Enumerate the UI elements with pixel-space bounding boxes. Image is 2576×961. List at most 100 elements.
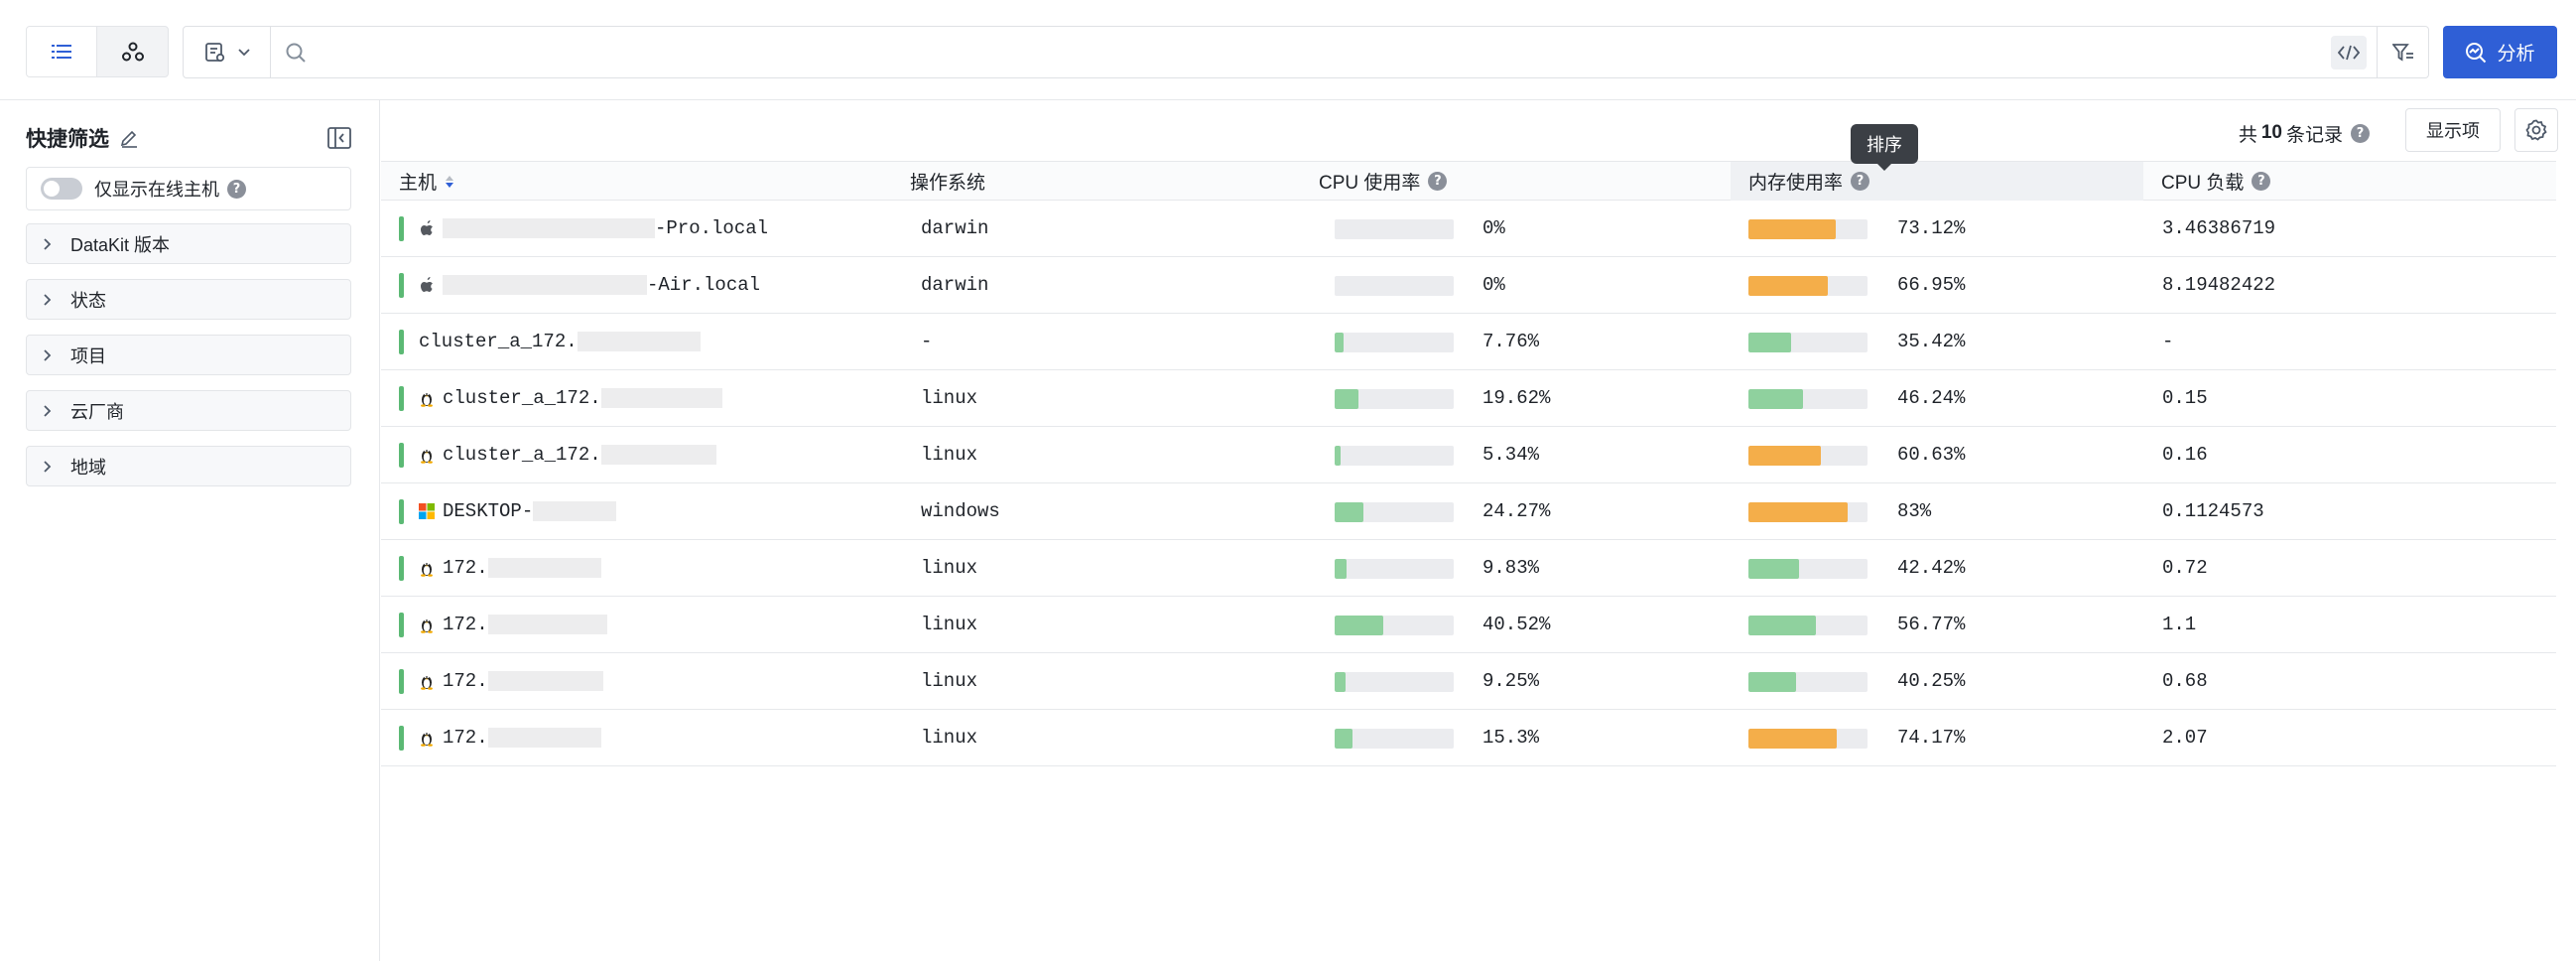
table-row[interactable]: -Air.local darwin 0% 66.95% 8.19482422 (381, 257, 2556, 314)
filter-icon (2391, 43, 2413, 62)
linux-icon (419, 446, 435, 464)
column-label: CPU 负载 (2161, 173, 2245, 194)
help-icon[interactable]: ? (1851, 172, 1870, 191)
apple-icon (419, 276, 435, 294)
column-header-mem-usage[interactable]: 内存使用率 ? (1731, 162, 2143, 201)
sort-icon[interactable] (445, 175, 454, 189)
os-cell: linux (921, 670, 978, 692)
online-only-label: 仅显示在线主机 (94, 180, 219, 200)
redacted-host-segment (600, 388, 722, 408)
help-icon[interactable]: ? (227, 179, 246, 199)
host-cell[interactable]: 172. (419, 710, 601, 765)
facet-region[interactable]: 地域 (26, 446, 351, 486)
cpu-usage-value: 0% (1482, 274, 1505, 296)
chevron-right-icon (43, 348, 63, 362)
table-row[interactable]: cluster_a_172. linux 5.34% 60.63% 0.16 (381, 427, 2556, 483)
facet-project[interactable]: 项目 (26, 335, 351, 375)
host-cell[interactable]: 172. (419, 540, 601, 596)
cpu-load-cell: 0.72 (2162, 557, 2208, 579)
facet-cloud-provider[interactable]: 云厂商 (26, 390, 351, 431)
facet-datakit-version[interactable]: DataKit 版本 (26, 223, 351, 264)
list-view-button[interactable] (27, 27, 97, 76)
datasource-icon (204, 42, 224, 62)
table-row[interactable]: 172. linux 15.3% 74.17% 2.07 (381, 710, 2556, 766)
topology-view-button[interactable] (97, 27, 168, 76)
cpu-usage-bar (1335, 672, 1454, 692)
host-cell[interactable]: DESKTOP- (419, 483, 617, 539)
cpu-usage-fill (1335, 672, 1347, 692)
code-icon (2338, 45, 2360, 60)
table-header: 主机 操作系统 CPU 使用率 ? 内存使用率 ? CPU 负载 ? (381, 161, 2556, 201)
settings-button[interactable] (2514, 108, 2558, 152)
help-icon[interactable]: ? (2351, 123, 2370, 143)
host-cell[interactable]: -Air.local (419, 257, 760, 313)
cpu-usage-value: 24.27% (1482, 500, 1551, 522)
display-columns-button[interactable]: 显示项 (2405, 108, 2501, 152)
source-select[interactable] (184, 27, 271, 77)
os-cell: linux (921, 727, 978, 749)
host-name-suffix: -Pro.local (655, 217, 769, 239)
chevron-right-icon (43, 237, 63, 251)
table-row[interactable]: 172. linux 9.25% 40.25% 0.68 (381, 653, 2556, 710)
mem-usage-fill (1748, 276, 1829, 296)
table-row[interactable]: 172. linux 9.83% 42.42% 0.72 (381, 540, 2556, 597)
analyze-icon (2466, 42, 2487, 63)
linux-icon (419, 559, 435, 577)
os-cell: linux (921, 614, 978, 635)
cpu-usage-bar (1335, 559, 1454, 579)
cpu-load-cell: 0.68 (2162, 670, 2208, 692)
search-icon (285, 42, 307, 64)
host-cell[interactable]: cluster_a_172. (419, 314, 701, 369)
search-input[interactable] (307, 27, 2331, 77)
column-label: 内存使用率 (1748, 173, 1844, 194)
cpu-load-cell: 0.15 (2162, 387, 2208, 409)
column-header-cpu-load[interactable]: CPU 负载 ? (2161, 162, 2271, 201)
host-cell[interactable]: cluster_a_172. (419, 427, 716, 482)
redacted-host-segment (443, 218, 655, 238)
host-name-prefix: 172. (443, 670, 488, 692)
host-cell[interactable]: 172. (419, 653, 603, 709)
help-icon[interactable]: ? (1428, 172, 1448, 191)
table-row[interactable]: cluster_a_172. - 7.76% 35.42% - (381, 314, 2556, 370)
online-only-toggle[interactable] (41, 178, 82, 200)
table-row[interactable]: -Pro.local darwin 0% 73.12% 3.46386719 (381, 201, 2556, 257)
help-icon[interactable]: ? (2252, 172, 2271, 191)
cpu-usage-bar (1335, 276, 1454, 296)
code-mode-button[interactable] (2331, 35, 2367, 69)
column-header-cpu-usage[interactable]: CPU 使用率 ? (1319, 162, 1448, 201)
host-cell[interactable]: -Pro.local (419, 201, 768, 256)
records-count: 10 (2260, 122, 2282, 143)
gear-icon (2525, 119, 2547, 141)
host-name-suffix: -Air.local (647, 274, 761, 296)
cpu-usage-fill (1335, 559, 1347, 579)
analyze-button[interactable]: 分析 (2443, 26, 2557, 78)
facet-status[interactable]: 状态 (26, 279, 351, 320)
mem-usage-bar (1748, 219, 1868, 239)
chevron-right-icon (43, 404, 63, 418)
top-toolbar: 分析 (0, 0, 2576, 100)
table-row[interactable]: DESKTOP-windows 24.27% 83% 0.1124573 (381, 483, 2556, 540)
redacted-host-segment (487, 671, 603, 691)
host-name-prefix: cluster_a_172. (443, 444, 601, 466)
os-cell: linux (921, 444, 978, 466)
mem-usage-value: 60.63% (1897, 444, 1966, 466)
table-row[interactable]: cluster_a_172. linux 19.62% 46.24% 0.15 (381, 370, 2556, 427)
online-status-indicator (399, 499, 404, 524)
facet-label: 地域 (70, 457, 106, 478)
search-bar (183, 26, 2429, 78)
collapse-sidebar-icon[interactable] (327, 127, 351, 149)
filter-button[interactable] (2377, 27, 2428, 77)
cpu-usage-bar (1335, 333, 1454, 352)
edit-icon[interactable] (119, 128, 139, 148)
chevron-right-icon (43, 460, 63, 474)
column-header-host[interactable]: 主机 (399, 162, 454, 201)
cpu-usage-value: 19.62% (1482, 387, 1551, 409)
host-cell[interactable]: cluster_a_172. (419, 370, 722, 426)
facet-label: DataKit 版本 (70, 234, 171, 255)
redacted-host-segment (577, 332, 701, 351)
table-row[interactable]: 172. linux 40.52% 56.77% 1.1 (381, 597, 2556, 653)
host-cell[interactable]: 172. (419, 597, 607, 652)
online-status-indicator (399, 556, 404, 581)
mem-usage-bar (1748, 276, 1868, 296)
cpu-usage-value: 5.34% (1482, 444, 1540, 466)
